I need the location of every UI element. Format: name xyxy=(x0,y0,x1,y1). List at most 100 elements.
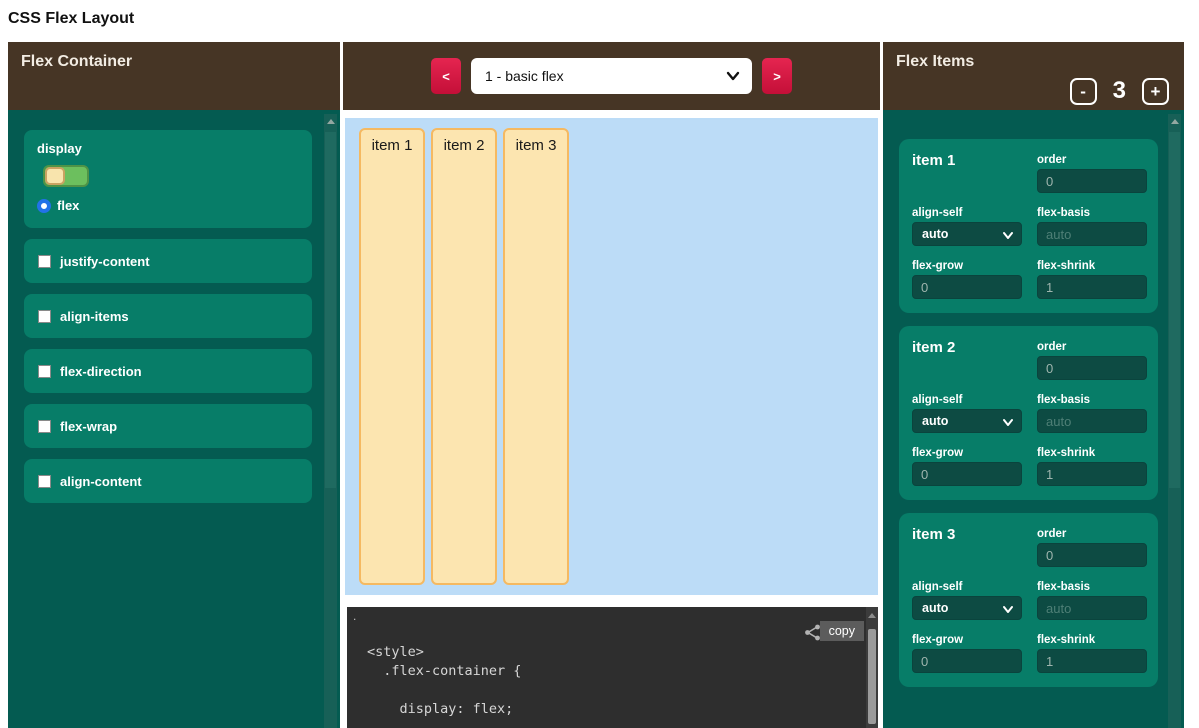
item-count-controls: - 3 + xyxy=(1070,77,1169,105)
item-count-value: 3 xyxy=(1113,77,1126,105)
scroll-up-icon[interactable] xyxy=(868,613,876,618)
item-3-flex-grow-input[interactable] xyxy=(912,649,1022,673)
align-content-checkbox[interactable] xyxy=(38,475,51,488)
increase-items-button[interactable]: + xyxy=(1142,78,1169,105)
flex-direction-card: flex-direction xyxy=(24,349,312,393)
scroll-up-icon[interactable] xyxy=(1171,119,1179,124)
code-block: <style> .flex-container { display: flex; xyxy=(347,607,878,719)
right-panel-scrollbar-thumb[interactable] xyxy=(1169,132,1180,488)
item-2-flex-grow-input[interactable] xyxy=(912,462,1022,486)
code-line: <style> xyxy=(367,643,878,662)
flex-grow-label: flex-grow xyxy=(912,447,963,459)
flex-radio-label: flex xyxy=(57,198,79,213)
chevron-down-icon xyxy=(726,69,740,83)
align-self-value: auto xyxy=(922,227,948,241)
left-panel-scrollbar[interactable] xyxy=(324,114,337,728)
flex-basis-label: flex-basis xyxy=(1037,581,1090,593)
item-3-order-input[interactable] xyxy=(1037,543,1147,567)
item-2-card: item 2 order align-self auto flex-basis … xyxy=(899,326,1158,500)
flex-items-panel-title: Flex Items xyxy=(896,53,974,70)
flex-radio[interactable] xyxy=(37,199,51,213)
code-line: .flex-container { xyxy=(367,662,878,681)
item-3-card: item 3 order align-self auto flex-basis … xyxy=(899,513,1158,687)
code-corner-dot: . xyxy=(353,609,356,623)
example-nav-bar: < 1 - basic flex > xyxy=(343,42,880,110)
preview-flex-item-2[interactable]: item 2 xyxy=(431,128,497,585)
align-items-label: align-items xyxy=(60,309,129,324)
chevron-down-icon xyxy=(1003,231,1013,240)
align-items-card: align-items xyxy=(24,294,312,338)
flex-container-panel-body: display flex justify-content align-items xyxy=(8,110,340,728)
flex-container-panel-title: Flex Container xyxy=(21,53,132,70)
flex-container-panel-header: Flex Container xyxy=(8,42,340,110)
justify-content-card: justify-content xyxy=(24,239,312,283)
left-panel-scrollbar-thumb[interactable] xyxy=(325,132,336,488)
align-self-label: align-self xyxy=(912,581,962,593)
display-control-card: display flex xyxy=(24,130,312,228)
item-2-order-input[interactable] xyxy=(1037,356,1147,380)
order-label: order xyxy=(1037,154,1066,166)
display-toggle[interactable] xyxy=(43,165,89,187)
preview-flex-item-3[interactable]: item 3 xyxy=(503,128,569,585)
align-content-card: align-content xyxy=(24,459,312,503)
align-content-label: align-content xyxy=(60,474,142,489)
flex-shrink-label: flex-shrink xyxy=(1037,447,1095,459)
code-scrollbar[interactable] xyxy=(866,607,878,728)
example-select-value: 1 - basic flex xyxy=(485,68,564,84)
flex-basis-label: flex-basis xyxy=(1037,394,1090,406)
align-items-checkbox[interactable] xyxy=(38,310,51,323)
flex-direction-checkbox[interactable] xyxy=(38,365,51,378)
flex-grow-label: flex-grow xyxy=(912,634,963,646)
flex-shrink-label: flex-shrink xyxy=(1037,634,1095,646)
display-toggle-knob[interactable] xyxy=(45,167,65,185)
copy-button[interactable]: copy xyxy=(820,621,864,641)
code-scrollbar-thumb[interactable] xyxy=(868,629,876,724)
item-2-flex-basis-input[interactable] xyxy=(1037,409,1147,433)
page-title: CSS Flex Layout xyxy=(8,10,134,28)
align-self-label: align-self xyxy=(912,394,962,406)
display-label: display xyxy=(37,141,299,156)
flex-wrap-card: flex-wrap xyxy=(24,404,312,448)
preview-flex-item-1[interactable]: item 1 xyxy=(359,128,425,585)
scroll-up-icon[interactable] xyxy=(327,119,335,124)
item-1-card: item 1 order align-self auto flex-basis … xyxy=(899,139,1158,313)
code-line xyxy=(367,681,878,700)
justify-content-label: justify-content xyxy=(60,254,150,269)
item-1-flex-shrink-input[interactable] xyxy=(1037,275,1147,299)
item-3-title: item 3 xyxy=(912,526,955,543)
item-3-flex-basis-input[interactable] xyxy=(1037,596,1147,620)
flex-wrap-label: flex-wrap xyxy=(60,419,117,434)
code-panel: . <style> .flex-container { display: fle… xyxy=(347,607,878,728)
right-panel-scrollbar[interactable] xyxy=(1168,114,1181,728)
flex-wrap-checkbox[interactable] xyxy=(38,420,51,433)
prev-example-button[interactable]: < xyxy=(431,58,461,94)
align-self-value: auto xyxy=(922,601,948,615)
item-1-flex-basis-input[interactable] xyxy=(1037,222,1147,246)
item-3-align-self-select[interactable]: auto xyxy=(912,596,1022,620)
next-example-button[interactable]: > xyxy=(762,58,792,94)
flex-items-panel-header: Flex Items - 3 + xyxy=(883,42,1184,110)
flex-direction-label: flex-direction xyxy=(60,364,142,379)
item-2-title: item 2 xyxy=(912,339,955,356)
item-1-flex-grow-input[interactable] xyxy=(912,275,1022,299)
align-self-value: auto xyxy=(922,414,948,428)
order-label: order xyxy=(1037,341,1066,353)
item-2-align-self-select[interactable]: auto xyxy=(912,409,1022,433)
flex-preview-container: item 1 item 2 item 3 xyxy=(345,118,878,595)
item-3-flex-shrink-input[interactable] xyxy=(1037,649,1147,673)
chevron-down-icon xyxy=(1003,418,1013,427)
flex-items-panel-body: item 1 order align-self auto flex-basis … xyxy=(883,110,1184,728)
item-1-order-input[interactable] xyxy=(1037,169,1147,193)
example-select[interactable]: 1 - basic flex xyxy=(471,58,752,94)
decrease-items-button[interactable]: - xyxy=(1070,78,1097,105)
app-window: CSS Flex Layout Flex Container display f… xyxy=(0,0,1199,728)
item-2-flex-shrink-input[interactable] xyxy=(1037,462,1147,486)
item-1-title: item 1 xyxy=(912,152,955,169)
flex-shrink-label: flex-shrink xyxy=(1037,260,1095,272)
justify-content-checkbox[interactable] xyxy=(38,255,51,268)
flex-basis-label: flex-basis xyxy=(1037,207,1090,219)
item-1-align-self-select[interactable]: auto xyxy=(912,222,1022,246)
flex-container-panel: Flex Container display flex justify-cont… xyxy=(8,42,340,728)
flex-grow-label: flex-grow xyxy=(912,260,963,272)
order-label: order xyxy=(1037,528,1066,540)
